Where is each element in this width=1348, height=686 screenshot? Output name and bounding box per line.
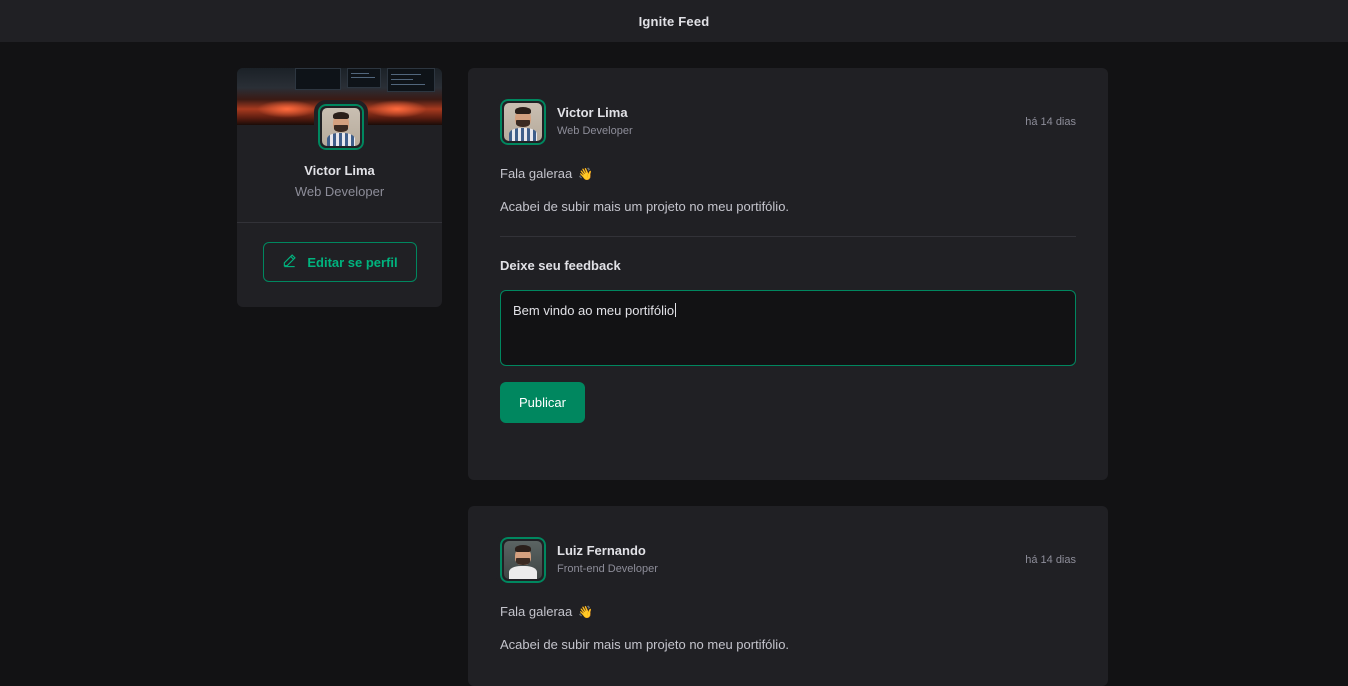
post-card: Luiz Fernando Front-end Developer há 14 … [468,506,1108,686]
post-card: Victor Lima Web Developer há 14 dias Fal… [468,68,1108,480]
feedback-title: Deixe seu feedback [500,258,621,273]
profile-name: Victor Lima [304,163,375,178]
post-content-line: Fala galeraa 👋 [500,604,594,619]
post-author-avatar[interactable] [496,95,550,149]
post-content-line: Acabei de subir mais um projeto no meu p… [500,637,790,652]
post-author-name: Victor Lima [557,105,628,120]
feedback-textarea[interactable]: Bem vindo ao meu portifólio [500,290,1076,366]
profile-role: Web Developer [294,184,385,199]
edit-profile-label: Editar se perfil [307,254,398,270]
post-author-avatar[interactable] [496,533,550,587]
edit-profile-button[interactable]: Editar se perfil [263,242,417,282]
waving-hand-icon: 👋 [578,167,594,181]
pencil-icon [282,253,297,271]
post-content-line: Acabei de subir mais um projeto no meu p… [500,199,790,214]
post-timestamp: há 14 dias [1025,116,1076,128]
post-author-role: Web Developer [557,125,633,137]
app-title: Ignite Feed [638,13,710,29]
post-author-role: Front-end Developer [557,563,658,575]
publish-button[interactable]: Publicar [500,382,585,423]
profile-avatar [314,100,368,154]
post-divider [500,236,1076,237]
post-timestamp: há 14 dias [1025,554,1076,566]
post-content-line: Fala galeraa 👋 [500,166,594,181]
waving-hand-icon: 👋 [578,605,594,619]
sidebar-divider [237,222,442,223]
profile-sidebar: Victor Lima Web Developer Editar se perf… [237,68,442,307]
post-author-name: Luiz Fernando [557,543,646,558]
text-caret [675,303,677,317]
app-header: Ignite Feed [0,0,1348,42]
